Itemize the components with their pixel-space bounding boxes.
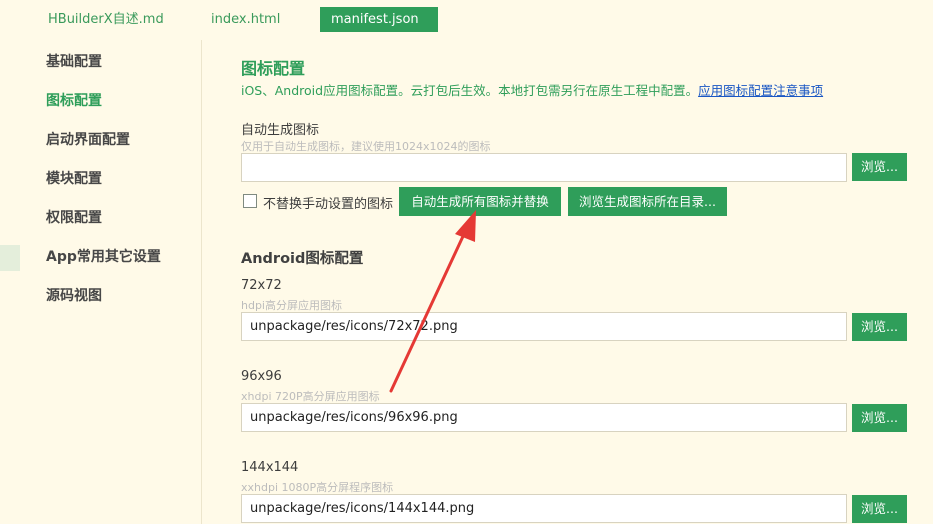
icon-96-size-label: 96x96 [241,369,282,384]
tab-index-html[interactable]: index.html [200,7,291,32]
icon-96-browse-button[interactable]: 浏览... [852,404,907,432]
icon-72-hint: hdpi高分屏应用图标 [241,299,342,312]
sidebar-item-permission-config[interactable]: 权限配置 [46,208,102,228]
icon-72-browse-button[interactable]: 浏览... [852,313,907,341]
editor-tab-bar: HBuilderX自述.md index.html manifest.json [0,0,933,40]
auto-icon-path-input[interactable] [241,153,847,182]
icon-96-hint: xhdpi 720P高分屏应用图标 [241,390,380,403]
auto-icon-hint: 仅用于自动生成图标，建议使用1024x1024的图标 [241,140,491,153]
icon-144-hint: xxhdpi 1080P高分屏程序图标 [241,481,394,494]
sidebar-item-basic-config[interactable]: 基础配置 [46,52,102,72]
page-title: 图标配置 [241,59,306,78]
section-description-text: iOS、Android应用图标配置。云打包后生效。本地打包需另行在原生工程中配置… [241,83,699,98]
sidebar-item-source-view[interactable]: 源码视图 [46,286,102,306]
sidebar-item-app-other-settings[interactable]: App常用其它设置 [46,247,161,267]
sidebar-item-splash-config[interactable]: 启动界面配置 [46,130,130,150]
generate-all-icons-button[interactable]: 自动生成所有图标并替换 [399,187,561,216]
browse-generated-icons-dir-button[interactable]: 浏览生成图标所在目录... [568,187,727,216]
auto-icon-label: 自动生成图标 [241,123,320,138]
tab-hbuilderx-readme[interactable]: HBuilderX自述.md [37,7,175,32]
no-replace-manual-icons-checkbox[interactable] [243,194,257,208]
section-description: iOS、Android应用图标配置。云打包后生效。本地打包需另行在原生工程中配置… [241,80,823,99]
icon-96-path-input[interactable]: unpackage/res/icons/96x96.png [241,403,847,432]
android-icon-config-title: Android图标配置 [241,251,364,267]
icon-72-size-label: 72x72 [241,278,282,293]
icon-144-path-input[interactable]: unpackage/res/icons/144x144.png [241,494,847,523]
sidebar-item-module-config[interactable]: 模块配置 [46,169,102,189]
icon-72-path-input[interactable]: unpackage/res/icons/72x72.png [241,312,847,341]
auto-icon-browse-button[interactable]: 浏览... [852,153,907,181]
tab-manifest-json[interactable]: manifest.json [320,7,438,32]
icon-144-size-label: 144x144 [241,460,299,475]
sidebar [0,40,201,524]
icon-144-browse-button[interactable]: 浏览... [852,495,907,523]
sidebar-item-icon-config[interactable]: 图标配置 [46,91,102,111]
no-replace-manual-icons-label: 不替换手动设置的图标 [263,197,394,212]
sidebar-divider [201,40,202,524]
icon-config-notes-link[interactable]: 应用图标配置注意事项 [698,83,823,98]
